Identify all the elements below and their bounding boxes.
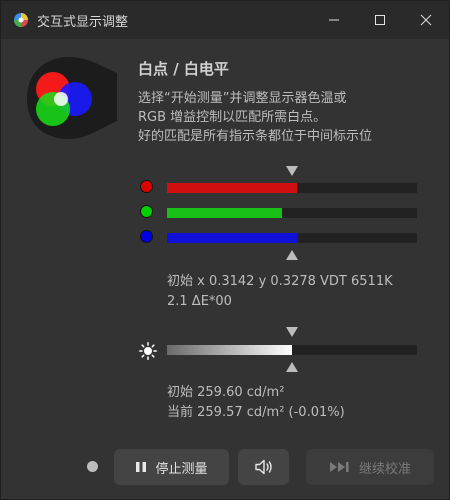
red-channel-dot xyxy=(140,180,153,193)
maximize-icon xyxy=(375,15,385,25)
window-title: 交互式显示调整 xyxy=(37,14,129,30)
stop-measurement-label: 停止测量 xyxy=(155,461,208,477)
minimize-button[interactable] xyxy=(311,1,357,39)
green-channel-fill xyxy=(167,208,282,218)
red-channel-bar xyxy=(167,183,417,193)
blue-channel-fill xyxy=(167,233,297,243)
blue-channel-dot xyxy=(140,230,153,243)
page-heading: 白点 / 白电平 xyxy=(138,60,229,78)
whitepoint-initial: 初始 x 0.3142 y 0.3278 VDT 6511K xyxy=(167,274,393,289)
speaker-icon xyxy=(254,459,273,475)
red-channel-fill xyxy=(167,183,297,193)
skip-forward-icon xyxy=(329,461,351,473)
pause-icon xyxy=(135,461,147,473)
maximize-button[interactable] xyxy=(357,1,403,39)
instruction-line: 好的匹配是所有指示条都位于中间标示位 xyxy=(138,129,373,144)
blue-channel-bar xyxy=(167,233,417,243)
luminance-target-marker-bottom xyxy=(286,362,298,372)
continue-calibration-button[interactable]: 继续校准 xyxy=(306,449,434,485)
minimize-icon xyxy=(329,19,339,21)
title-bar[interactable]: 交互式显示调整 xyxy=(1,1,449,39)
app-logo-icon xyxy=(13,12,29,28)
luminance-current: 当前 259.57 cd/m² (-0.01%) xyxy=(167,405,345,420)
instruction-line: RGB 增益控制以匹配所需白点。 xyxy=(138,110,327,125)
continue-calibration-label: 继续校准 xyxy=(358,461,411,477)
stop-measurement-button[interactable]: 停止测量 xyxy=(114,449,229,485)
luminance-fill xyxy=(167,345,292,355)
luminance-readout: 初始 259.60 cd/m² 当前 259.57 cd/m² (-0.01%) xyxy=(167,383,345,423)
rgb-target-marker-top xyxy=(286,166,298,176)
luminance-target-marker-top xyxy=(286,327,298,337)
whitepoint-readout: 初始 x 0.3142 y 0.3278 VDT 6511K 2.1 ΔE*00 xyxy=(167,272,393,312)
luminance-bar xyxy=(167,345,417,355)
close-icon xyxy=(420,14,432,26)
instructions: 选择“开始测量”并调整显示器色温或 RGB 增益控制以匹配所需白点。 好的匹配是… xyxy=(138,89,438,146)
sound-toggle-button[interactable] xyxy=(238,449,289,485)
app-window: 交互式显示调整 白点 / 白电平 选择“开始测量”并调整显示器色温或 RGB 增… xyxy=(0,0,450,500)
instruction-line: 选择“开始测量”并调整显示器色温或 xyxy=(138,91,347,106)
close-button[interactable] xyxy=(403,1,449,39)
rgb-target-marker-bottom xyxy=(286,250,298,260)
luminance-initial: 初始 259.60 cd/m² xyxy=(167,385,285,400)
green-channel-bar xyxy=(167,208,417,218)
measurement-status-indicator xyxy=(87,461,98,472)
sun-icon xyxy=(139,342,157,360)
green-channel-dot xyxy=(140,205,153,218)
delta-e: 2.1 ΔE*00 xyxy=(167,294,232,309)
window-controls xyxy=(311,1,449,39)
rgb-whitepoint-icon xyxy=(17,51,117,145)
